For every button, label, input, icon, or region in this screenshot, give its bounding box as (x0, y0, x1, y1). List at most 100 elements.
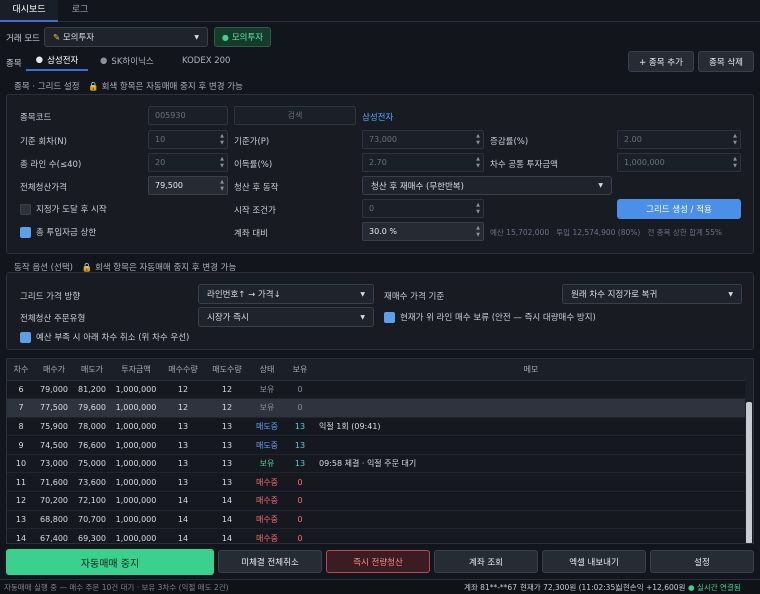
chevron-down-icon: ▼ (360, 313, 365, 321)
stock-tab-samsung[interactable]: ● 삼성전자 (26, 51, 88, 71)
rebuy-select[interactable]: 원래 차수 지정가로 복귀 ▼ (562, 284, 742, 304)
cell-메모 (315, 435, 747, 455)
col-memo: 메모 (315, 359, 747, 381)
checkbox-checked-icon (20, 227, 31, 238)
cell-매도수량: 12 (205, 380, 249, 400)
cell-메모: 익절 1회 (09:41) (315, 417, 747, 437)
direction-value: 라인번호↑ → 가격↓ (207, 290, 281, 300)
col-sell-qty: 매도수량 (205, 359, 249, 381)
col-holding: 보유 (285, 359, 315, 381)
invest-amount-input[interactable]: 1,000,000 ▲ ▼ (617, 153, 741, 172)
rebuy-label: 재매수 가격 기준 (384, 292, 445, 302)
cell-매수가: 70,200 (35, 491, 73, 511)
tab-log[interactable]: 로그 (58, 0, 102, 22)
cell-매수가: 74,500 (35, 435, 73, 455)
stock-tab-skhynix[interactable]: ● SK하이닉스 (100, 51, 166, 71)
cell-매도가: 75,000 (73, 454, 111, 474)
change-rate-input[interactable]: 2.00 ▲ ▼ (617, 130, 741, 149)
liquidate-all-button[interactable]: 즉시 전량청산 (326, 550, 430, 573)
cell-매도수량: 13 (205, 417, 249, 437)
order-type-select[interactable]: 시장가 즉시 ▼ (198, 307, 374, 327)
search-button[interactable]: 검색 (234, 106, 356, 125)
dot-icon: ● (35, 55, 44, 65)
cell-투자금액: 1,000,000 (111, 435, 161, 455)
stock-tab-kodex[interactable]: KODEX 200 (182, 51, 238, 71)
budget-summary: 예산 15,702,000 투입 12,574,900 (80%) 전 종목 상… (490, 228, 722, 237)
cell-보유: 0 (285, 528, 315, 543)
cell-매도가: 79,600 (73, 398, 111, 418)
scrollbar-thumb[interactable] (746, 402, 752, 543)
table-scrollbar[interactable] (745, 359, 753, 543)
apply-grid-button[interactable]: 그리드 생성 / 적용 (617, 199, 741, 219)
cell-매수수량: 13 (161, 435, 205, 455)
cell-매수가: 67,400 (35, 528, 73, 543)
direction-select[interactable]: 라인번호↑ → 가격↓ ▼ (198, 284, 374, 304)
cell-상태: 매수중 (249, 472, 285, 493)
cell-상태: 보유 (249, 380, 285, 400)
pencil-icon: ✎ (53, 33, 61, 43)
cell-매수수량: 13 (161, 472, 205, 493)
table-row[interactable]: 6 79,000 81,200 1,000,000 12 12 보유 0 (7, 380, 747, 400)
base-price-label: 기준가(P) (234, 137, 270, 147)
cell-메모: 09:58 체결 · 익절 주문 대기 (315, 454, 747, 474)
remove-stock-button[interactable]: 종목 삭제 (698, 51, 754, 72)
base-round-input[interactable]: 10 ▲ ▼ (148, 130, 228, 149)
table-row[interactable]: 10 73,000 75,000 1,000,000 13 13 보유 13 09:58 체결 … (7, 454, 747, 474)
after-liquidation-select[interactable]: 청산 후 재매수 (무한반복) ▼ (362, 176, 612, 195)
cancel-all-button[interactable]: 미체결 전체취소 (218, 550, 322, 573)
order-type-label: 전체청산 주문유형 (20, 314, 86, 324)
mode-select-value: 모의투자 (62, 33, 95, 43)
account-query-button[interactable]: 계좌 조회 (434, 550, 538, 573)
table-row[interactable]: 13 68,800 70,700 1,000,000 14 14 매수중 0 (7, 510, 747, 530)
cell-메모 (315, 491, 747, 511)
status-message: 자동매매 실행 중 — 매수 주문 10건 대기 · 보유 3차수 (익절 매도… (4, 583, 229, 592)
cell-매도수량: 12 (205, 398, 249, 418)
mode-select[interactable]: ✎ 모의투자 ▼ (44, 27, 208, 47)
liquidation-price-input[interactable]: 79,500 ▲ ▼ (148, 176, 228, 195)
chevron-down-icon: ▼ (598, 182, 603, 189)
cancel-lower-checkbox[interactable]: 예산 부족 시 아래 차수 취소 (위 차수 우선) (20, 331, 189, 343)
grid-lock-note: 회색 항목은 자동매매 중지 후 변경 가능 (101, 82, 243, 92)
table-row[interactable]: 8 75,900 78,000 1,000,000 13 13 매도중 13 익절 1회 (09… (7, 417, 747, 437)
cell-상태: 매수중 (249, 510, 285, 530)
export-excel-button[interactable]: 엑셀 내보내기 (542, 550, 646, 573)
cell-매도가: 81,200 (73, 380, 111, 400)
line-count-input[interactable]: 20 ▲ ▼ (148, 153, 228, 172)
start-at-limit-checkbox[interactable]: 지정가 도달 후 시작 (20, 203, 107, 215)
connection-status: ● 실시간 연결됨 (688, 583, 741, 592)
hold-above-checkbox[interactable]: 현재가 위 라인 매수 보류 (안전 — 즉시 대량매수 방지) (384, 311, 596, 323)
cell-보유: 13 (285, 435, 315, 455)
rebuy-value: 원래 차수 지정가로 복귀 (571, 290, 658, 300)
add-stock-button[interactable]: + 종목 추가 (628, 51, 694, 72)
settings-button[interactable]: 설정 (650, 550, 754, 573)
start-condition-input[interactable]: 0 ▲ ▼ (362, 199, 484, 218)
table-row[interactable]: 11 71,600 73,600 1,000,000 13 13 매수중 0 (7, 472, 747, 493)
base-price-input[interactable]: 73,000 ▲ ▼ (362, 130, 484, 149)
cell-매수수량: 12 (161, 380, 205, 400)
code-input[interactable]: 005930 (148, 106, 228, 125)
table-row[interactable]: 14 67,400 69,300 1,000,000 14 14 매수중 0 (7, 528, 747, 543)
mode-badge-label: 모의투자 (231, 33, 264, 43)
table-row[interactable]: 12 70,200 72,100 1,000,000 14 14 매수중 0 (7, 491, 747, 511)
cap-checkbox[interactable]: 총 투입자금 상한 (20, 226, 96, 238)
cell-메모 (315, 380, 747, 400)
stock-name: 삼성전자 (362, 113, 394, 123)
table-row[interactable]: 7 77,500 79,600 1,000,000 12 12 보유 0 (7, 398, 747, 418)
cell-매도수량: 13 (205, 435, 249, 455)
status-account: 계좌 81**-**67 (464, 583, 517, 592)
cell-매수가: 75,900 (35, 417, 73, 437)
cell-매도가: 73,600 (73, 472, 111, 493)
after-liquidation-value: 청산 후 재매수 (무한반복) (371, 181, 464, 192)
profit-rate-input[interactable]: 2.70 ▲ ▼ (362, 153, 484, 172)
cell-메모 (315, 398, 747, 418)
tab-dashboard[interactable]: 대시보드 (0, 0, 58, 22)
table-row[interactable]: 9 74,500 76,600 1,000,000 13 13 매도중 13 (7, 435, 747, 455)
stop-autotrade-button[interactable]: 자동매매 중지 (6, 549, 214, 575)
base-round-label: 기준 회차(N) (20, 137, 67, 147)
account-ratio-input[interactable]: 30.0 % ▲ ▼ (362, 222, 484, 241)
direction-label: 그리드 가격 방향 (20, 292, 81, 302)
account-ratio-label: 계좌 대비 (234, 229, 268, 239)
cell-매도수량: 14 (205, 510, 249, 530)
status-dot-icon: ● (221, 32, 229, 42)
cell-매도수량: 14 (205, 528, 249, 543)
